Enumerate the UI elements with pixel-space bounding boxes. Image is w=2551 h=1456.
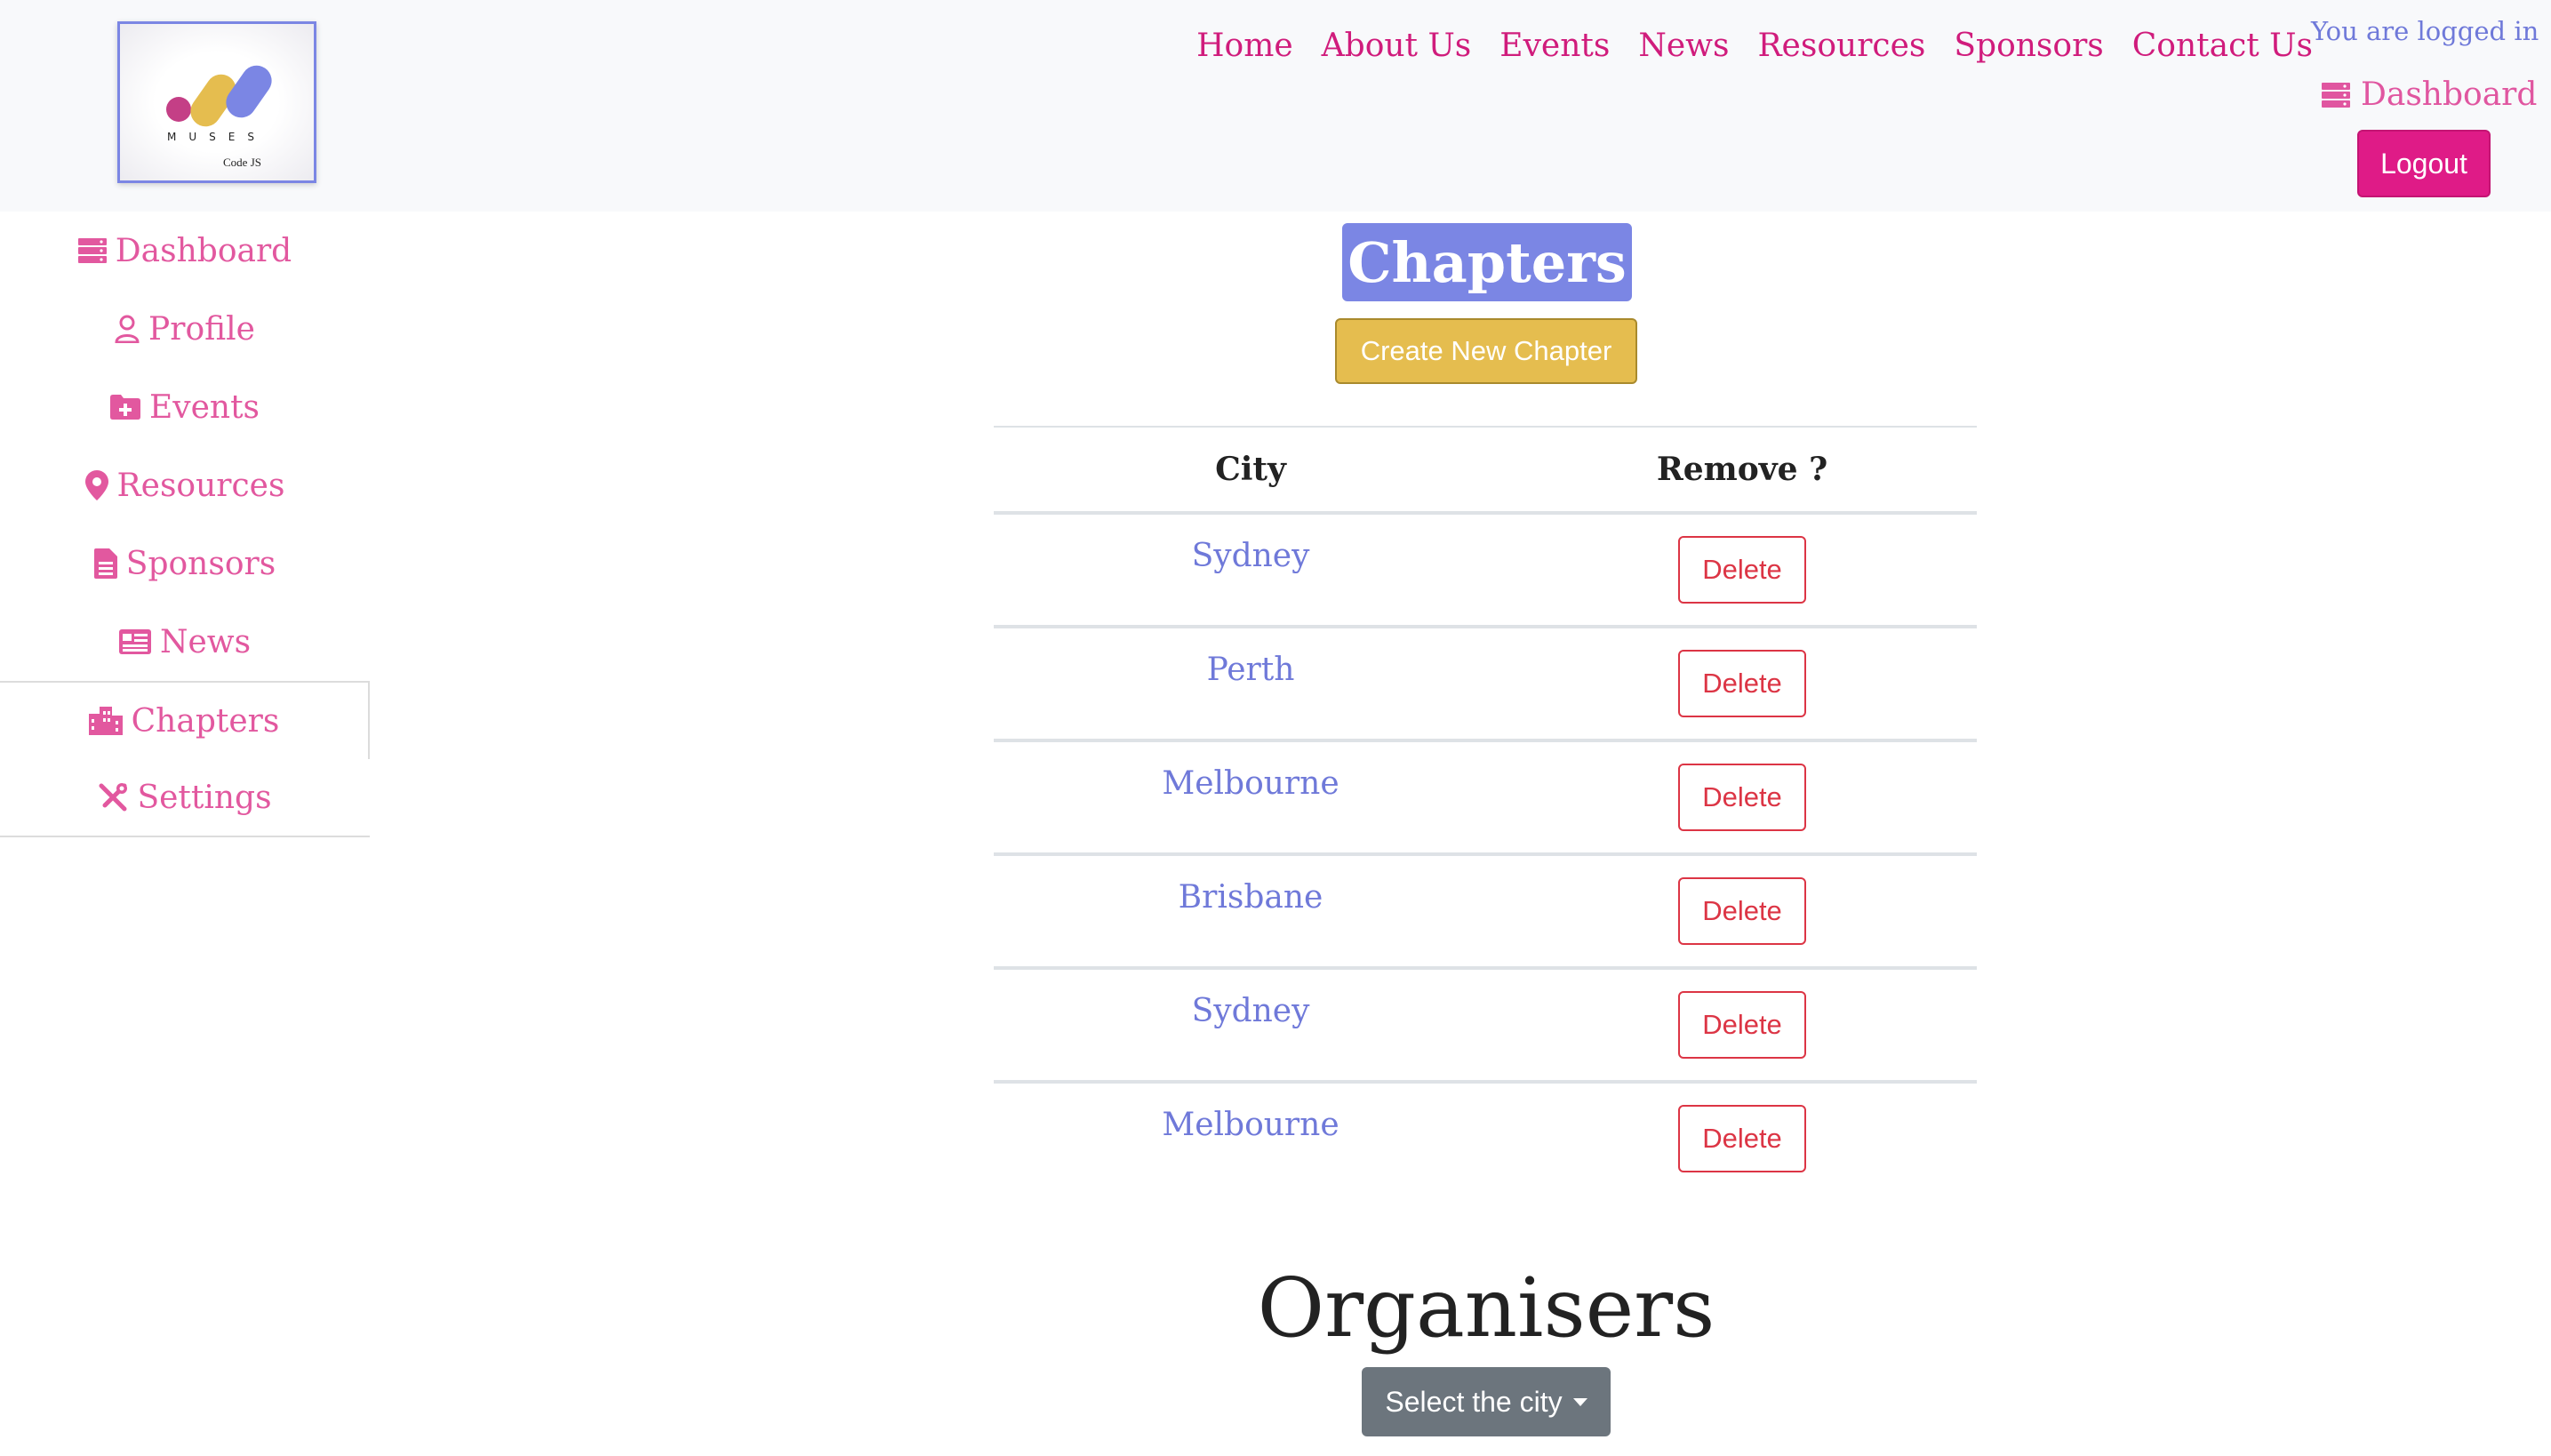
file-icon	[93, 548, 117, 579]
city-cell: Brisbane	[1178, 879, 1323, 916]
sidebar-item-chapters[interactable]: Chapters	[0, 681, 370, 759]
sidebar-item-profile[interactable]: Profile	[0, 290, 370, 368]
select-city-dropdown[interactable]: Select the city	[1362, 1367, 1611, 1436]
nav-contact-us[interactable]: Contact Us	[2132, 27, 2313, 66]
sidebar-item-news[interactable]: News	[0, 603, 370, 681]
table-header: City Remove ?	[994, 426, 1977, 515]
table-row: Sydney Delete	[994, 515, 1977, 628]
nav-resources[interactable]: Resources	[1757, 27, 1925, 66]
login-status: You are logged in	[2311, 16, 2539, 46]
caret-down-icon	[1572, 1397, 1587, 1406]
sidebar-item-label: Settings	[137, 779, 272, 816]
table-row: Sydney Delete	[994, 970, 1977, 1084]
select-city-label: Select the city	[1385, 1385, 1563, 1418]
tools-icon	[98, 782, 128, 812]
logout-button[interactable]: Logout	[2357, 130, 2491, 197]
top-dashboard-label: Dashboard	[2361, 76, 2538, 113]
header-city: City	[1215, 451, 1286, 488]
sidebar-item-label: Resources	[116, 467, 285, 504]
sidebar-item-label: Dashboard	[115, 232, 292, 269]
city-cell: Sydney	[1191, 538, 1310, 574]
sidebar-item-label: Chapters	[131, 702, 280, 740]
server-icon	[77, 238, 107, 263]
table-row: Melbourne Delete	[994, 742, 1977, 856]
organisers-heading: Organisers	[1257, 1260, 1715, 1356]
header-remove: Remove ?	[1656, 451, 1828, 488]
nav-about-us[interactable]: About Us	[1322, 27, 1472, 66]
logo-text: MUSES	[167, 131, 267, 143]
delete-button[interactable]: Delete	[1678, 764, 1806, 831]
sidebar-item-label: Profile	[148, 310, 255, 348]
nav-home[interactable]: Home	[1196, 27, 1293, 66]
city-cell: Melbourne	[1162, 765, 1339, 802]
delete-button[interactable]: Delete	[1678, 536, 1806, 604]
create-chapter-button[interactable]: Create New Chapter	[1335, 318, 1637, 384]
muses-logo[interactable]: MUSES Code JS	[117, 21, 316, 183]
sidebar-item-resources[interactable]: Resources	[0, 446, 370, 524]
nav-events[interactable]: Events	[1499, 27, 1610, 66]
top-dashboard-link[interactable]: Dashboard	[2322, 76, 2537, 113]
building-icon	[88, 707, 123, 735]
logo-dot	[166, 97, 191, 122]
delete-button[interactable]: Delete	[1678, 650, 1806, 717]
delete-button[interactable]: Delete	[1678, 1105, 1806, 1172]
sidebar-item-label: Events	[148, 388, 260, 426]
delete-button[interactable]: Delete	[1678, 877, 1806, 945]
map-pin-icon	[84, 470, 108, 500]
chapters-table: City Remove ? Sydney Delete Perth Delete…	[994, 426, 1977, 1197]
table-row: Perth Delete	[994, 628, 1977, 742]
user-icon	[115, 315, 140, 343]
newspaper-icon	[118, 629, 151, 654]
sidebar-item-events[interactable]: Events	[0, 368, 370, 446]
top-navbar: MUSES Code JS Home About Us Events News …	[0, 0, 2551, 212]
city-cell: Melbourne	[1162, 1107, 1339, 1143]
sidebar-item-settings[interactable]: Settings	[0, 759, 370, 837]
nav-sponsors[interactable]: Sponsors	[1954, 27, 2103, 66]
sidebar-item-sponsors[interactable]: Sponsors	[0, 524, 370, 603]
logo-subtext: Code JS	[223, 156, 261, 169]
sidebar: Dashboard Profile Events Resources Spons…	[0, 212, 370, 837]
table-row: Brisbane Delete	[994, 856, 1977, 970]
folder-plus-icon	[109, 395, 140, 420]
nav-news[interactable]: News	[1638, 27, 1729, 66]
main-nav: Home About Us Events News Resources Spon…	[1196, 27, 2313, 66]
delete-button[interactable]: Delete	[1678, 991, 1806, 1059]
sidebar-item-label: Sponsors	[125, 545, 276, 582]
sidebar-item-label: News	[159, 623, 252, 660]
server-icon	[2322, 82, 2350, 108]
page-title: Chapters	[1342, 223, 1632, 301]
city-cell: Sydney	[1191, 993, 1310, 1029]
city-cell: Perth	[1206, 652, 1295, 688]
sidebar-item-dashboard[interactable]: Dashboard	[0, 212, 370, 290]
table-row: Melbourne Delete	[994, 1084, 1977, 1197]
